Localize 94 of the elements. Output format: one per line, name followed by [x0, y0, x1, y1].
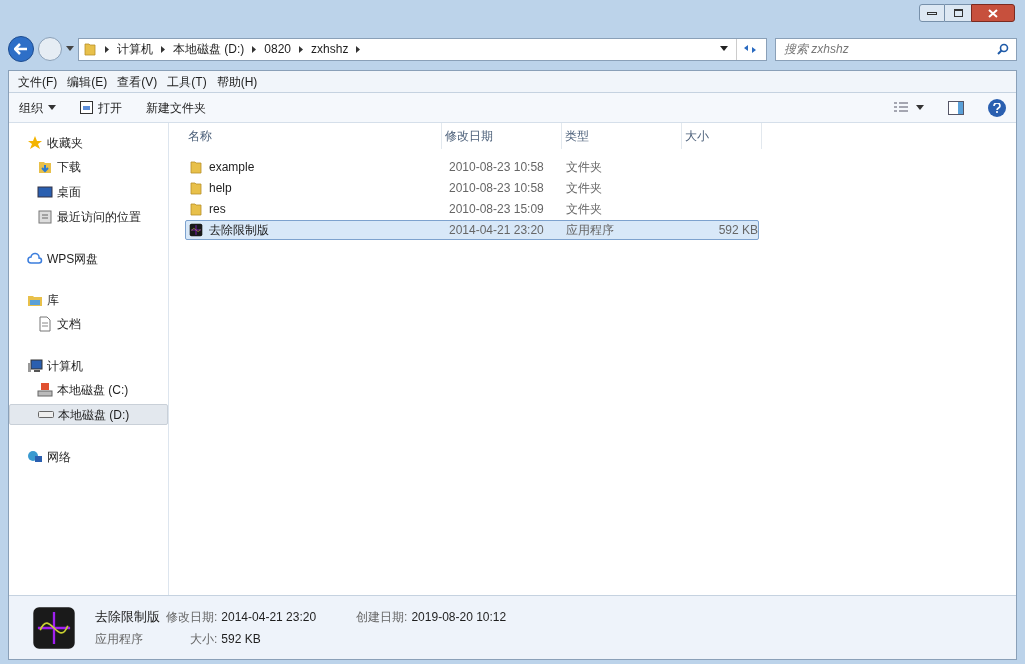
- size-cell-text: 592 KB: [717, 222, 758, 239]
- menu-item[interactable]: 帮助(H): [211, 72, 263, 91]
- caret-icon: [66, 46, 74, 52]
- list-icon: [894, 101, 908, 114]
- type-cell-text: 文件夹: [565, 201, 603, 218]
- caret-icon: [48, 105, 56, 110]
- file-row[interactable]: res 2010-08-23 15:09 文件夹: [185, 199, 759, 219]
- chevron-icon: [252, 45, 257, 53]
- star-icon: [27, 134, 43, 151]
- type-cell-text: 应用程序: [565, 222, 615, 239]
- property-label: 大小:: [190, 631, 218, 649]
- column-header[interactable]: 类型: [562, 123, 682, 149]
- system-drive-icon: [37, 381, 53, 398]
- nav-item[interactable]: 计算机: [9, 356, 168, 375]
- document-icon: [37, 315, 53, 332]
- desktop-icon: [37, 183, 53, 200]
- nav-item[interactable]: 下载: [9, 156, 168, 177]
- window-icon: [80, 101, 93, 114]
- folder-icon: [189, 160, 203, 174]
- back-button[interactable]: [8, 36, 34, 62]
- property-value: 592 KB: [221, 631, 261, 649]
- nav-item[interactable]: 收藏夹: [9, 133, 168, 152]
- menu-item[interactable]: 查看(V): [112, 72, 163, 91]
- app-icon: [189, 223, 203, 237]
- drive-icon: [38, 411, 54, 418]
- nav-item[interactable]: 本地磁盘 (C:): [9, 379, 168, 400]
- file-row[interactable]: 去除限制版 2014-04-21 23:20 应用程序 592 KB: [185, 220, 759, 240]
- app-icon: [31, 604, 77, 651]
- chevron-icon: [161, 45, 165, 53]
- chevron-icon: [105, 45, 109, 53]
- caret-icon: [720, 46, 728, 52]
- file-name: res: [209, 201, 226, 218]
- file-name: 去除限制版: [95, 607, 160, 626]
- network-icon: [27, 448, 43, 465]
- breadcrumb[interactable]: 计算机: [117, 40, 153, 58]
- menu-item[interactable]: 工具(T): [162, 72, 212, 91]
- nav-item[interactable]: 本地磁盘 (D:): [9, 404, 168, 425]
- folder-icon: [83, 42, 97, 56]
- nav-item[interactable]: 文档: [9, 313, 168, 334]
- maximize-button[interactable]: [945, 4, 971, 22]
- search-icon: [997, 42, 1009, 55]
- chevron-icon: [299, 45, 304, 53]
- date-cell-text: 2010-08-23 10:58: [448, 180, 545, 197]
- nav-item[interactable]: 最近访问的位置: [9, 206, 168, 227]
- recent-places-icon: [37, 208, 53, 225]
- cloud-icon: [27, 250, 43, 267]
- property-value: 2014-04-21 23:20: [221, 608, 317, 626]
- nav-item[interactable]: 库: [9, 290, 168, 309]
- file-row[interactable]: help 2010-08-23 10:58 文件夹: [185, 178, 759, 198]
- type-cell-text: 文件夹: [565, 159, 603, 176]
- search-field[interactable]: 搜索 zxhshz: [775, 37, 1017, 61]
- breadcrumb[interactable]: zxhshz: [311, 40, 349, 58]
- file-name: help: [209, 180, 232, 197]
- property-value: 2019-08-20 10:12: [411, 608, 507, 626]
- column-header[interactable]: 名称: [185, 123, 442, 149]
- preview-pane-button[interactable]: [948, 100, 964, 115]
- column-header[interactable]: 大小: [682, 123, 762, 149]
- menu-item[interactable]: 文件(F): [13, 72, 63, 91]
- nav-item[interactable]: 网络: [9, 447, 168, 466]
- folder-icon: [189, 202, 203, 216]
- minimize-icon: [927, 11, 937, 15]
- breadcrumb[interactable]: 本地磁盘 (D:): [173, 40, 245, 58]
- view-options-button[interactable]: [894, 101, 924, 114]
- date-cell-text: 2010-08-23 10:58: [448, 159, 545, 176]
- question-mark-icon: [993, 102, 1001, 113]
- file-name: 去除限制版: [209, 222, 269, 239]
- breadcrumb[interactable]: 0820: [264, 40, 292, 58]
- file-row[interactable]: example 2010-08-23 10:58 文件夹: [185, 157, 759, 177]
- nav-item[interactable]: WPS网盘: [9, 249, 168, 268]
- computer-icon: [27, 357, 43, 374]
- nav-item[interactable]: 桌面: [9, 181, 168, 202]
- toolbar-button[interactable]: 新建文件夹: [146, 98, 206, 117]
- file-name: example: [209, 159, 255, 176]
- toolbar-button[interactable]: 打开: [80, 98, 122, 117]
- help-button[interactable]: [988, 98, 1006, 117]
- property-label: 创建日期:: [356, 608, 408, 626]
- file-type: 应用程序: [95, 631, 144, 649]
- date-cell-text: 2014-04-21 23:20: [448, 222, 545, 239]
- property-label: 修改日期:: [166, 608, 218, 626]
- menu-item[interactable]: 编辑(E): [62, 72, 113, 91]
- refresh-icon: [742, 44, 757, 54]
- type-cell-text: 文件夹: [565, 180, 603, 197]
- minimize-button[interactable]: [919, 4, 945, 22]
- folder-icon: [189, 181, 203, 195]
- maximize-icon: [953, 9, 963, 17]
- column-header[interactable]: 修改日期: [442, 123, 562, 149]
- caret-icon: [916, 105, 924, 110]
- close-button[interactable]: [971, 4, 1015, 22]
- date-cell-text: 2010-08-23 15:09: [448, 201, 545, 218]
- address-bar[interactable]: 计算机 本地磁盘 (D:) 0820 zxhshz: [78, 37, 767, 61]
- chevron-icon: [356, 45, 361, 53]
- toolbar-button[interactable]: 组织: [19, 98, 56, 117]
- close-icon: [988, 8, 998, 18]
- back-arrow-icon: [14, 43, 28, 55]
